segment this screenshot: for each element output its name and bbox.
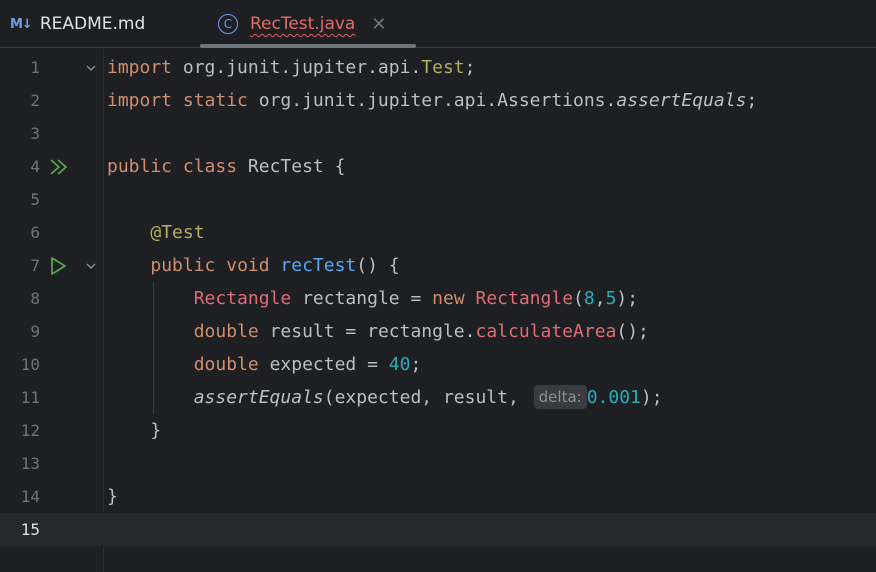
line-number: 12 [20, 421, 40, 440]
code-text: @Test [150, 222, 205, 243]
active-tab-indicator [200, 44, 416, 48]
tab-readme-label: README.md [39, 14, 146, 34]
code-line: 12 } [0, 414, 876, 447]
code-line: 8 Rectangle rectangle = new Rectangle(8,… [0, 282, 876, 315]
code-line: 9 double result = rectangle.calculateAre… [0, 315, 876, 348]
line-number: 4 [30, 157, 40, 176]
line-number: 6 [30, 223, 40, 242]
code-line: 13 [0, 447, 876, 480]
tab-readme[interactable]: M↓ README.md [10, 0, 145, 48]
code-line: 6 @Test [0, 216, 876, 249]
line-number: 13 [20, 454, 40, 473]
line-number: 10 [20, 355, 40, 374]
code-line-current: 15 [0, 513, 876, 546]
close-icon[interactable]: ✕ [371, 14, 386, 35]
java-class-icon: C [218, 14, 238, 34]
code-line: 11 assertEquals(expected, result, delta:… [0, 381, 876, 414]
line-number: 11 [20, 388, 40, 407]
line-number: 1 [30, 58, 40, 77]
line-number: 14 [20, 487, 40, 506]
code-text: } [107, 486, 118, 507]
line-number: 5 [30, 190, 40, 209]
parameter-hint: delta: [533, 385, 587, 409]
line-number: 2 [30, 91, 40, 110]
code-line: 10 double expected = 40; [0, 348, 876, 381]
fold-chevron-icon[interactable] [84, 249, 98, 282]
code-line: 4 public class RecTest { [0, 150, 876, 183]
tab-rectest[interactable]: C RecTest.java ✕ [218, 0, 386, 48]
code-text: double expected = 40; [193, 354, 422, 375]
code-editor[interactable]: 1 import org.junit.jupiter.api.Test; 2 i… [0, 49, 876, 572]
code-text: public class RecTest { [107, 156, 346, 177]
code-line: 2 import static org.junit.jupiter.api.As… [0, 84, 876, 117]
markdown-icon: M↓ [10, 16, 33, 32]
line-number: 9 [30, 322, 40, 341]
code-text: import org.junit.jupiter.api.Test; [107, 57, 476, 78]
line-number: 15 [20, 520, 40, 539]
code-line: 5 [0, 183, 876, 216]
fold-chevron-icon[interactable] [84, 51, 98, 84]
code-text: Rectangle rectangle = new Rectangle(8,5)… [193, 288, 639, 309]
code-line: 3 [0, 117, 876, 150]
tab-rectest-label: RecTest.java [250, 14, 356, 34]
line-number: 3 [30, 124, 40, 143]
line-number: 8 [30, 289, 40, 308]
code-text: import static org.junit.jupiter.api.Asse… [107, 90, 758, 111]
code-line: 1 import org.junit.jupiter.api.Test; [0, 51, 876, 84]
run-all-tests-icon[interactable] [48, 150, 70, 183]
code-text: assertEquals(expected, result, delta: 0.0… [193, 385, 663, 409]
code-text: } [150, 420, 162, 441]
code-line: 14 } [0, 480, 876, 513]
code-text: double result = rectangle.calculateArea(… [193, 321, 649, 342]
line-number: 7 [30, 256, 40, 275]
indent-guide [153, 282, 154, 414]
run-test-icon[interactable] [49, 249, 67, 282]
code-text: public void recTest() { [150, 255, 400, 276]
editor-tab-bar: M↓ README.md C RecTest.java ✕ [0, 0, 876, 48]
code-line: 7 public void recTest() { [0, 249, 876, 282]
